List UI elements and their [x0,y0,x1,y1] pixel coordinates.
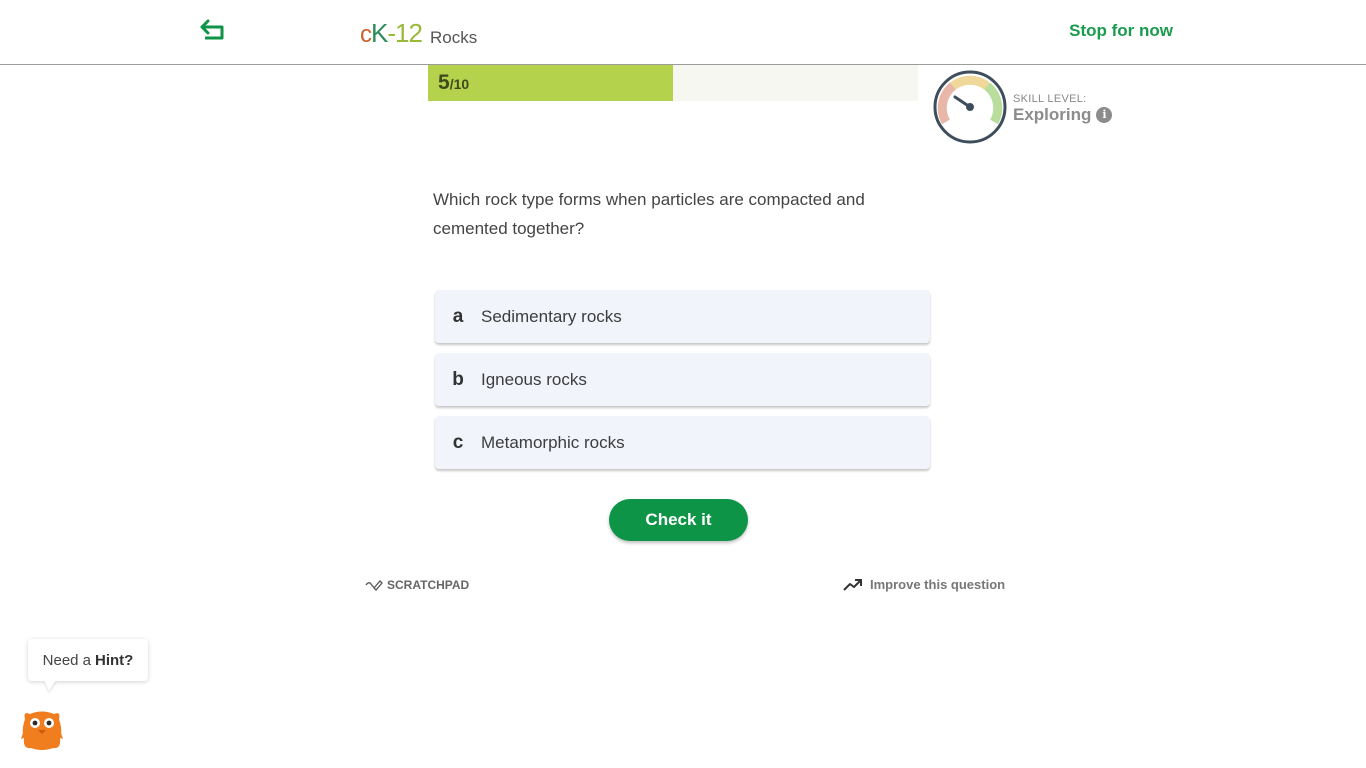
info-icon[interactable]: i [1096,107,1113,123]
logo-num: 12 [395,18,423,48]
hint-bold: Hint? [95,651,134,669]
progress-current: 5 [438,71,450,94]
back-arrow-icon [200,19,224,40]
option-text: Sedimentary rocks [481,306,622,326]
top-bar: c K -12 Rocks Stop for now [0,0,1366,65]
answer-option-a[interactable]: a Sedimentary rocks [435,290,930,343]
option-letter: b [452,368,464,390]
improve-question-button[interactable]: Improve this question [843,577,1005,592]
pencil-icon [365,580,383,591]
back-button[interactable] [198,18,228,42]
skill-level: Exploring i [1013,105,1113,125]
skill-level-value: Exploring [1013,105,1092,124]
progress-total: /10 [449,76,470,92]
logo-k: K [371,18,388,48]
option-letter: a [452,305,464,327]
scratchpad-label: SCRATCHPAD [387,578,470,592]
option-text: Metamorphic rocks [481,432,625,452]
trend-up-icon [843,578,862,591]
check-it-button[interactable]: Check it [609,499,748,541]
option-letter: c [452,431,464,453]
question-text: Which rock type forms when particles are… [433,190,865,238]
logo-c: c [360,21,372,48]
stop-for-now-button[interactable]: Stop for now [1069,21,1173,41]
answer-option-b[interactable]: b Igneous rocks [435,353,930,406]
skill-level-caption: SKILL LEVEL: [1013,93,1087,105]
progress-bar: 5/10 [428,65,918,101]
hint-bubble-tail [44,680,56,691]
logo-dash: - [387,18,396,48]
page-title: Rocks [430,28,478,47]
mascot-icon[interactable] [21,709,63,751]
answer-option-c[interactable]: c Metamorphic rocks [435,416,930,469]
option-text: Igneous rocks [481,369,587,389]
hint-prefix: Need a [42,651,92,669]
gauge-icon [933,70,1007,144]
scratchpad-button[interactable]: SCRATCHPAD [365,578,469,592]
improve-label: Improve this question [870,577,1006,592]
ck12-logo[interactable]: c K -12 [360,18,423,49]
hint-bubble[interactable]: Need a Hint? [28,639,148,681]
progress-label: 5/10 [438,71,469,95]
